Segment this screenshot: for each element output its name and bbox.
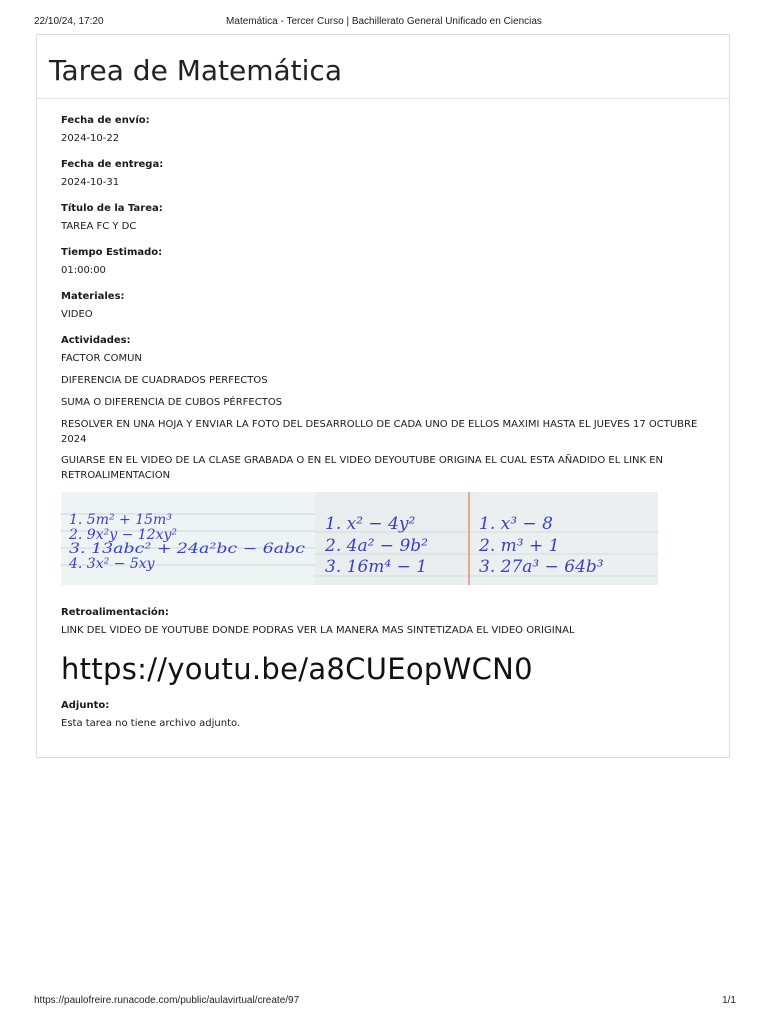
field-materiales: Materiales: VIDEO [61, 289, 705, 322]
card-body: Fecha de envío: 2024-10-22 Fecha de entr… [37, 99, 729, 731]
card-header: Tarea de Matemática [37, 35, 729, 99]
exercise-photo: 1. 5m² + 15m³ 2. 9x²y − 12xy² 3. 13abc² … [61, 492, 315, 585]
field-value: 2024-10-22 [61, 133, 120, 144]
field-actividades: Actividades: FACTOR COMUN DIFERENCIA DE … [61, 333, 705, 483]
field-titulo: Título de la Tarea: TAREA FC Y DC [61, 201, 705, 234]
exercise-photo: 1. x² − 4y² 2. 4a² − 9b² 3. 16m⁴ − 1 [315, 492, 473, 585]
exercise-photo: 1. x³ − 8 2. m³ + 1 3. 27a³ − 64b³ [473, 492, 658, 585]
exercise-text: 1. x² − 4y² [325, 514, 415, 534]
exercise-text: 3. 13abc² + 24a²bc − 6abc [69, 541, 305, 557]
exercise-text: 2. 4a² − 9b² [324, 536, 428, 556]
field-tiempo: Tiempo Estimado: 01:00:00 [61, 245, 705, 278]
field-label: Materiales: [61, 291, 125, 302]
exercise-text: 4. 3x² − 5xy [68, 556, 156, 572]
print-url: https://paulofreire.runacode.com/public/… [34, 995, 300, 1006]
print-page-number: 1/1 [722, 995, 736, 1006]
print-page-title: Matemática - Tercer Curso | Bachillerato… [226, 16, 542, 27]
assignment-card: Tarea de Matemática Fecha de envío: 2024… [36, 34, 730, 758]
field-value: 2024-10-31 [61, 177, 120, 188]
activity-line: RESOLVER EN UNA HOJA Y ENVIAR LA FOTO DE… [61, 419, 698, 445]
exercise-text: 1. x³ − 8 [479, 514, 553, 534]
field-value: 01:00:00 [61, 265, 106, 276]
exercise-photos: 1. 5m² + 15m³ 2. 9x²y − 12xy² 3. 13abc² … [61, 492, 705, 585]
field-label: Tiempo Estimado: [61, 247, 163, 258]
activity-line: SUMA O DIFERENCIA DE CUBOS PÉRFECTOS [61, 397, 283, 408]
youtube-link[interactable]: https://youtu.be/a8CUEopWCN0 [61, 652, 705, 686]
field-value: TAREA FC Y DC [61, 221, 137, 232]
retro-text: LINK DEL VIDEO DE YOUTUBE DONDE PODRAS V… [61, 625, 575, 636]
field-fecha-envio: Fecha de envío: 2024-10-22 [61, 113, 705, 146]
activity-line: DIFERENCIA DE CUADRADOS PERFECTOS [61, 375, 268, 386]
exercise-text: 3. 16m⁴ − 1 [325, 557, 427, 577]
field-label: Fecha de entrega: [61, 159, 164, 170]
field-label: Retroalimentación: [61, 607, 169, 618]
activity-line: GUIARSE EN EL VIDEO DE LA CLASE GRABADA … [61, 455, 664, 481]
field-adjunto: Adjunto: Esta tarea no tiene archivo adj… [61, 698, 705, 731]
field-value: VIDEO [61, 309, 93, 320]
field-label: Fecha de envío: [61, 115, 150, 126]
exercise-text: 3. 27a³ − 64b³ [479, 557, 604, 577]
exercise-text: 1. 5m² + 15m³ [69, 512, 172, 528]
field-fecha-entrega: Fecha de entrega: 2024-10-31 [61, 157, 705, 190]
field-value: Esta tarea no tiene archivo adjunto. [61, 718, 241, 729]
field-retroalimentacion: Retroalimentación: LINK DEL VIDEO DE YOU… [61, 605, 705, 686]
activity-line: FACTOR COMUN [61, 353, 142, 364]
field-label: Actividades: [61, 335, 131, 346]
field-label: Título de la Tarea: [61, 203, 163, 214]
exercise-text: 2. m³ + 1 [478, 536, 559, 556]
field-label: Adjunto: [61, 700, 110, 711]
page-title: Tarea de Matemática [49, 54, 342, 87]
